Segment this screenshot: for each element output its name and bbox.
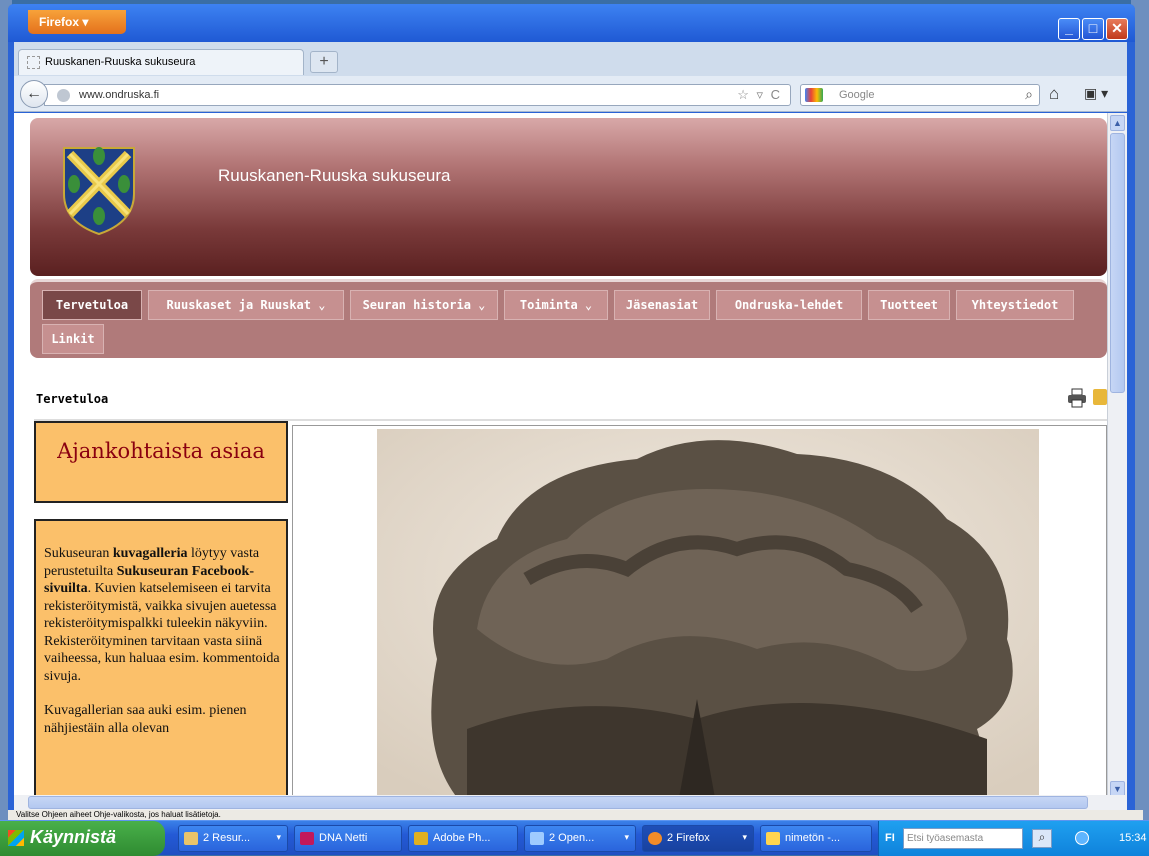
chevron-down-icon: ▾	[276, 832, 281, 842]
print-icon[interactable]	[1067, 388, 1087, 408]
news-paragraph-1: Sukuseuran kuvagalleria löytyy vasta per…	[44, 545, 280, 685]
menu-item-yhteystiedot[interactable]: Yhteystiedot	[956, 290, 1074, 320]
news-heading-box: Ajankohtaista asiaa	[34, 421, 288, 503]
tab-strip: Ruuskanen-Ruuska sukuseura +	[14, 42, 1127, 76]
status-bar: Valitse Ohjeen aiheet Ohje-valikosta, jo…	[8, 810, 1143, 820]
photo-frame	[292, 425, 1107, 799]
main-menu: Tervetuloa Ruuskaset ja Ruuskat ⌄ Seuran…	[30, 279, 1107, 358]
menu-item-ondruska-lehdet[interactable]: Ondruska-lehdet	[716, 290, 862, 320]
taskbar-button-label: 2 Resur...	[203, 832, 251, 844]
text-run: Sukuseuran	[44, 546, 113, 561]
pine-tree-photo	[377, 429, 1039, 799]
gallery-link-text: kuvagalleria	[112, 546, 188, 561]
menu-item-tuotteet[interactable]: Tuotteet	[868, 290, 950, 320]
close-button[interactable]: ✕	[1106, 18, 1128, 40]
news-paragraph-2: Kuvagallerian saa auki esim. pienen nähj…	[44, 703, 247, 736]
new-tab-button[interactable]: +	[310, 51, 338, 73]
firefox-menu-label: Firefox	[39, 15, 80, 29]
scroll-up-arrow-icon[interactable]: ▲	[1110, 115, 1125, 131]
news-heading: Ajankohtaista asiaa	[57, 439, 265, 463]
taskbar: Käynnistä 2 Resur... ▾ DNA Netti Adobe Ph…	[0, 820, 1149, 856]
taskbar-button-firefox[interactable]: 2 Firefox ▾	[642, 825, 754, 852]
bookmark-star-icon[interactable]: ☆ ▿ C	[737, 87, 782, 103]
clock: 15:34	[1119, 832, 1147, 844]
tab-favicon-icon	[27, 56, 40, 69]
tab-ruuskanen[interactable]: Ruuskanen-Ruuska sukuseura	[18, 49, 304, 75]
taskbar-button-dna-netti[interactable]: DNA Netti	[294, 825, 402, 852]
menu-item-linkit[interactable]: Linkit	[42, 324, 104, 354]
search-box[interactable]: Google ⌕	[800, 84, 1040, 106]
maximize-button[interactable]: □	[1082, 18, 1104, 40]
dna-icon	[300, 832, 314, 845]
firefox-menu-button[interactable]: Firefox ▾	[28, 10, 126, 34]
vertical-scrollbar[interactable]: ▲ ▼	[1107, 113, 1127, 799]
page-viewport: Ruuskanen-Ruuska sukuseura Tervetuloa Ru…	[14, 113, 1107, 799]
back-button[interactable]: ←	[20, 80, 48, 108]
system-tray: FI Etsi työasemasta ⌕ 15:34	[878, 821, 1149, 856]
search-icon[interactable]: ⌕	[1025, 86, 1033, 103]
paint-icon	[766, 832, 780, 845]
chevron-down-icon: ▾	[624, 832, 629, 842]
folder-icon	[184, 832, 198, 845]
chevron-down-icon: ▾	[742, 832, 747, 842]
search-placeholder: Google	[839, 89, 875, 101]
site-title: Ruuskanen-Ruuska sukuseura	[218, 166, 451, 185]
taskbar-button-label: nimetön -...	[785, 832, 841, 844]
horizontal-scroll-thumb[interactable]	[28, 796, 1088, 809]
taskbar-button-label: 2 Open...	[549, 832, 595, 844]
firefox-icon	[648, 832, 662, 845]
google-engine-icon[interactable]	[805, 88, 823, 102]
windows-logo-icon	[8, 830, 24, 846]
title-bar[interactable]: Firefox ▾ _ □ ✕	[8, 4, 1135, 42]
taskbar-button-label: 2 Firefox	[667, 832, 710, 844]
firefox-window: Firefox ▾ _ □ ✕ Ruuskanen-Ruuska sukuseu…	[8, 4, 1143, 820]
text-run: . Kuvien katselemiseen ei tarvita rekist…	[44, 581, 280, 684]
bookmarks-menu-icon[interactable]: ▣ ▾	[1084, 85, 1114, 103]
menu-item-toiminta[interactable]: Toiminta ⌄	[504, 290, 608, 320]
taskbar-button-label: DNA Netti	[319, 832, 368, 844]
language-indicator[interactable]: FI	[885, 832, 895, 844]
taskbar-button-resources[interactable]: 2 Resur... ▾	[178, 825, 288, 852]
coat-of-arms-logo	[63, 147, 135, 236]
minimize-button[interactable]: _	[1058, 18, 1080, 40]
start-label: Käynnistä	[30, 827, 117, 847]
url-bar[interactable]: www.ondruska.fi ☆ ▿ C	[44, 84, 791, 106]
adobe-icon	[414, 832, 428, 845]
taskbar-button-label: Adobe Ph...	[433, 832, 491, 844]
menu-item-ruuskaset[interactable]: Ruuskaset ja Ruuskat ⌄	[148, 290, 344, 320]
menu-item-tervetuloa[interactable]: Tervetuloa	[42, 290, 142, 320]
open-icon	[530, 832, 544, 845]
menu-item-jasenasiat[interactable]: Jäsenasiat	[614, 290, 710, 320]
taskbar-search-input[interactable]: Etsi työasemasta	[903, 828, 1023, 849]
network-icon[interactable]	[1075, 831, 1089, 845]
url-text: www.ondruska.fi	[79, 89, 160, 101]
horizontal-scrollbar[interactable]	[14, 795, 1127, 810]
tab-title: Ruuskanen-Ruuska sukuseura	[45, 56, 196, 68]
home-icon[interactable]: ⌂	[1049, 84, 1059, 104]
taskbar-button-adobe[interactable]: Adobe Ph...	[408, 825, 518, 852]
navigation-toolbar: www.ondruska.fi ☆ ▿ C ← Google ⌕ ⌂ ▣ ▾	[14, 76, 1127, 112]
search-icon[interactable]: ⌕	[1032, 829, 1052, 848]
vertical-scroll-thumb[interactable]	[1110, 133, 1125, 393]
site-header: Ruuskanen-Ruuska sukuseura	[30, 118, 1107, 276]
taskbar-button-paint[interactable]: nimetön -...	[760, 825, 872, 852]
site-identity-icon[interactable]	[57, 89, 70, 102]
start-button[interactable]: Käynnistä	[0, 821, 165, 856]
page-heading: Tervetuloa	[36, 392, 109, 406]
news-text-box: Sukuseuran kuvagalleria löytyy vasta per…	[34, 519, 288, 799]
menu-item-seuran-historia[interactable]: Seuran historia ⌄	[350, 290, 498, 320]
email-icon[interactable]	[1093, 389, 1107, 405]
taskbar-button-open[interactable]: 2 Open... ▾	[524, 825, 636, 852]
